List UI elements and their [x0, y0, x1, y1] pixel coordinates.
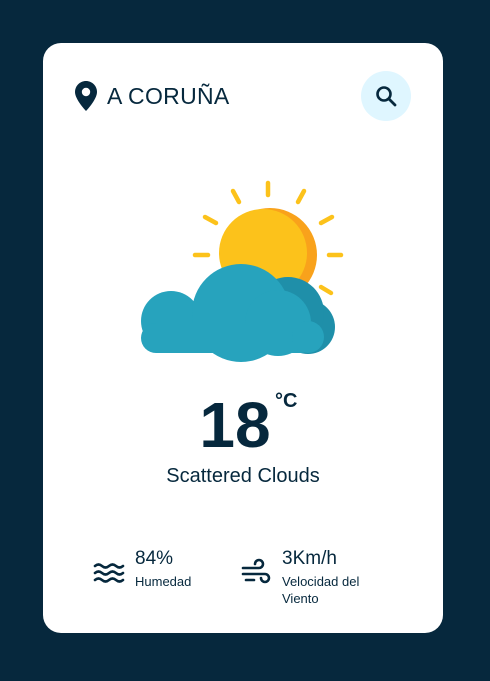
location-pin-icon: [75, 81, 97, 111]
temperature-unit: °C: [275, 390, 298, 412]
wind-label: Velocidad del Viento: [282, 574, 360, 606]
temperature: 18 °C: [43, 388, 443, 462]
city-name: A CORUÑA: [107, 83, 230, 109]
weather-description: Scattered Clouds: [166, 465, 320, 487]
wind-value: 3Km/h: [282, 548, 337, 569]
weather-card: A CORUÑA 18 °C Scattered Clouds 84% Hume…: [43, 43, 443, 633]
temperature-value: 18: [199, 389, 271, 461]
sun-behind-cloud-icon: [141, 180, 344, 362]
search-icon: [376, 86, 397, 107]
humidity-label: Humedad: [135, 574, 192, 589]
wind-icon: [241, 558, 271, 584]
water-waves-icon: [93, 563, 125, 583]
search-button[interactable]: [361, 71, 411, 121]
humidity-value: 84%: [135, 548, 174, 569]
